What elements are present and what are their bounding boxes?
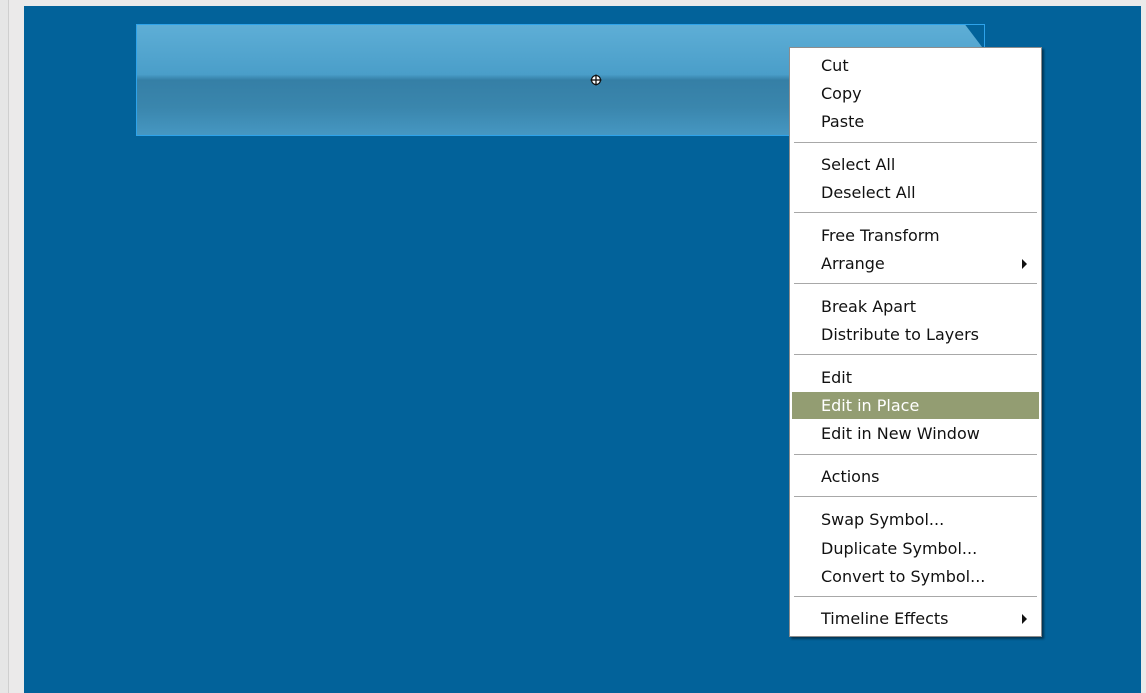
menu-separator [794,283,1037,285]
menu-item-actions[interactable]: Actions [792,463,1039,490]
menu-item-swap-symbol[interactable]: Swap Symbol... [792,506,1039,533]
menu-item-copy[interactable]: Copy [792,80,1039,107]
menu-item-label: Swap Symbol... [821,510,945,529]
panel-edge [0,0,9,693]
menu-item-deselect-all[interactable]: Deselect All [792,179,1039,206]
menu-item-label: Cut [821,56,849,75]
menu-separator [794,142,1037,144]
menu-item-label: Duplicate Symbol... [821,539,978,558]
menu-item-label: Select All [821,155,896,174]
menu-item-edit-in-place[interactable]: Edit in Place [792,392,1039,419]
menu-item-label: Timeline Effects [821,609,949,628]
menu-separator [794,496,1037,498]
menu-item-cut[interactable]: Cut [792,52,1039,79]
menu-item-label: Paste [821,112,865,131]
submenu-arrow-icon [1022,259,1027,269]
submenu-arrow-icon [1022,614,1027,624]
menu-item-select-all[interactable]: Select All [792,151,1039,178]
menu-item-distribute-to-layers[interactable]: Distribute to Layers [792,321,1039,348]
menu-item-break-apart[interactable]: Break Apart [792,293,1039,320]
menu-item-label: Arrange [821,254,885,273]
menu-item-free-transform[interactable]: Free Transform [792,222,1039,249]
menu-item-label: Break Apart [821,297,916,316]
context-menu: Cut Copy Paste Select All Deselect All F… [789,47,1042,637]
menu-item-timeline-effects[interactable]: Timeline Effects [792,605,1039,632]
menu-item-duplicate-symbol[interactable]: Duplicate Symbol... [792,535,1039,562]
menu-item-label: Actions [821,467,880,486]
menu-item-label: Free Transform [821,226,940,245]
menu-item-label: Copy [821,84,862,103]
menu-item-label: Distribute to Layers [821,325,979,344]
menu-separator [794,596,1037,598]
menu-item-label: Deselect All [821,183,916,202]
menu-item-paste[interactable]: Paste [792,108,1039,135]
menu-item-edit[interactable]: Edit [792,364,1039,391]
menu-item-label: Edit in Place [821,396,920,415]
menu-item-label: Edit [821,368,852,387]
menu-item-arrange[interactable]: Arrange [792,250,1039,277]
menu-item-convert-to-symbol[interactable]: Convert to Symbol... [792,563,1039,590]
menu-separator [794,212,1037,214]
menu-separator [794,454,1037,456]
menu-separator [794,354,1037,356]
menu-item-label: Edit in New Window [821,424,980,443]
registration-point-icon [590,74,602,86]
menu-item-edit-in-new-window[interactable]: Edit in New Window [792,420,1039,447]
menu-item-label: Convert to Symbol... [821,567,986,586]
